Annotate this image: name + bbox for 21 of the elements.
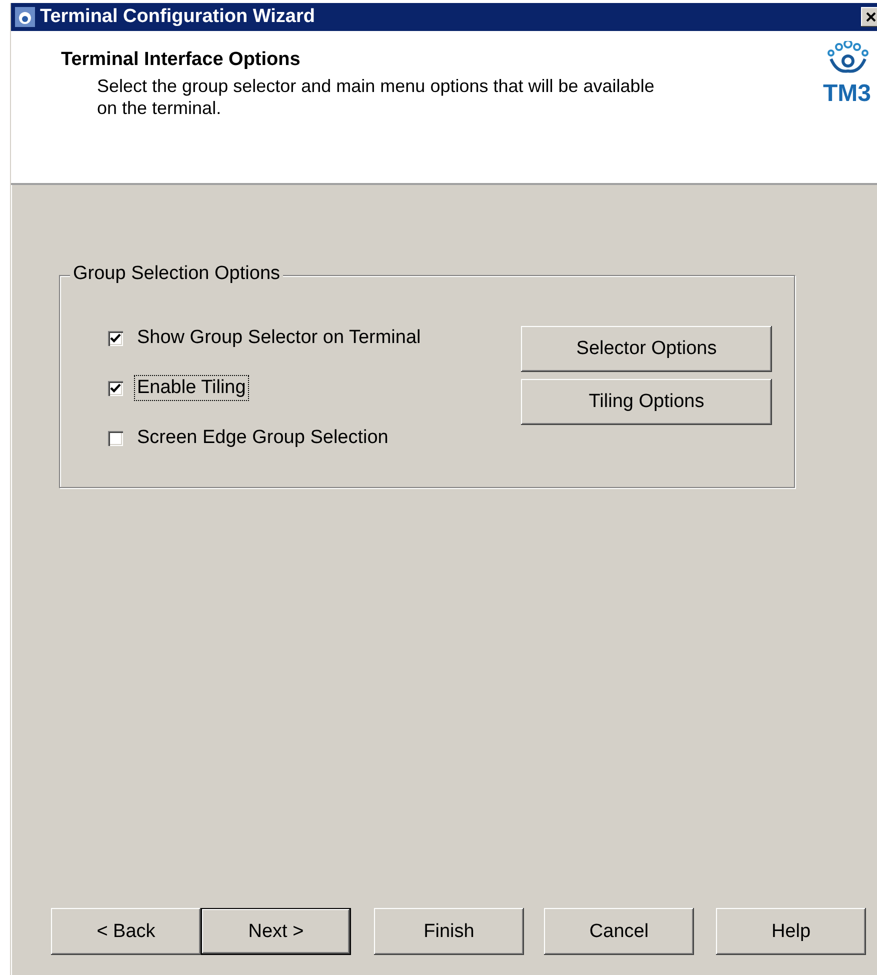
wizard-button[interactable]: Next > — [201, 908, 351, 955]
app-icon — [14, 6, 36, 28]
window-title: Terminal Configuration Wizard — [40, 6, 315, 28]
close-icon — [865, 11, 877, 23]
checkbox-label[interactable]: Show Group Selector on Terminal — [134, 325, 424, 351]
checkbox[interactable] — [108, 330, 123, 346]
wizard-button[interactable]: Finish — [374, 908, 524, 955]
close-button[interactable] — [861, 7, 877, 27]
checkbox[interactable] — [108, 430, 123, 446]
wizard-button[interactable]: Selector Options — [521, 326, 772, 372]
page-description: Select the group selector and main menu options that will be available on the terminal. — [96, 75, 656, 119]
logo: TM3 — [809, 41, 877, 107]
wizard-button[interactable]: Cancel — [544, 908, 694, 955]
wizard-button[interactable]: < Back — [51, 908, 201, 955]
page-title: Terminal Interface Options — [61, 49, 302, 71]
checkbox-label[interactable]: Enable Tiling — [134, 375, 249, 401]
wizard-button[interactable]: Help — [716, 908, 866, 955]
checkbox[interactable] — [108, 380, 123, 396]
wizard-button[interactable]: Tiling Options — [521, 379, 772, 425]
group-label: Group Selection Options — [70, 263, 284, 285]
checkbox-label[interactable]: Screen Edge Group Selection — [134, 425, 392, 451]
